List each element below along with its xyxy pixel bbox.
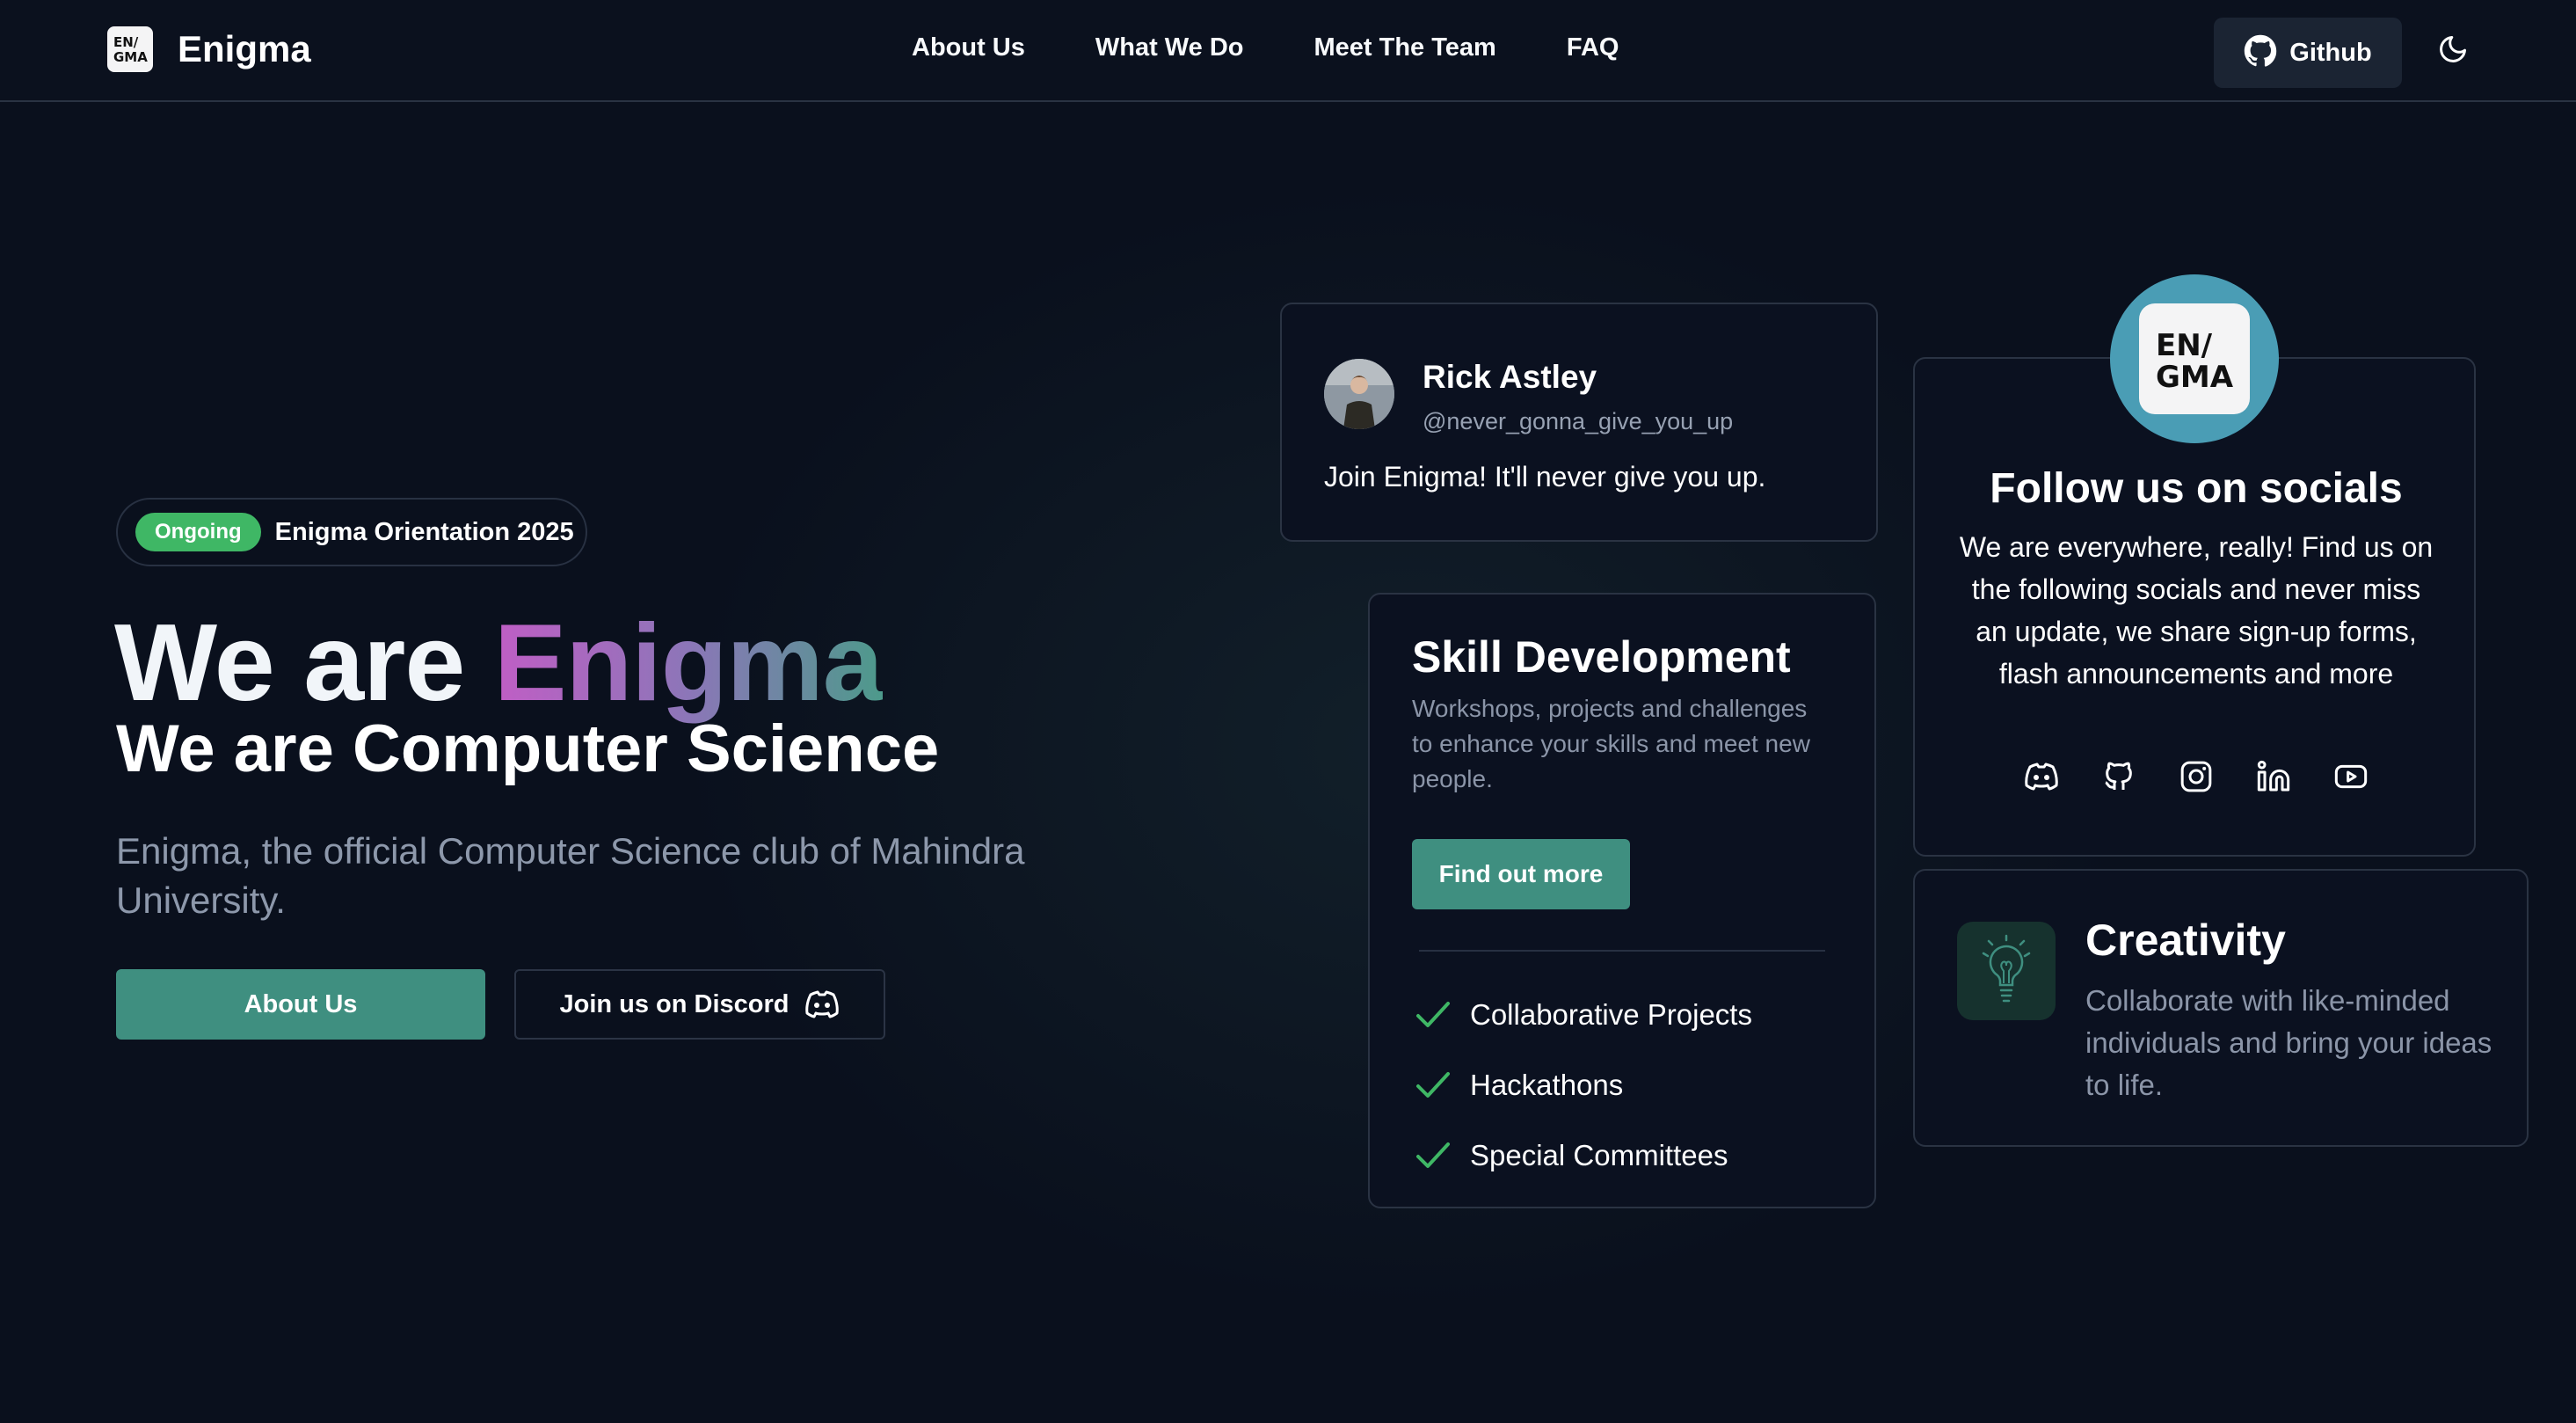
svg-text:GMA: GMA (2156, 360, 2234, 394)
theme-toggle-button[interactable] (2434, 32, 2472, 70)
list-item-label: Collaborative Projects (1470, 998, 1752, 1031)
svg-text:GMA: GMA (113, 49, 148, 65)
skill-list: Collaborative Projects Hackathons Specia… (1415, 980, 1752, 1191)
moon-icon (2437, 33, 2469, 69)
list-item-label: Hackathons (1470, 1069, 1624, 1101)
lightbulb-icon (1957, 922, 2056, 1020)
find-out-more-button[interactable]: Find out more (1412, 839, 1630, 909)
divider (1419, 950, 1825, 952)
github-icon[interactable] (2100, 758, 2137, 795)
instagram-icon[interactable] (2178, 758, 2215, 795)
socials-logo: EN/ GMA (2110, 274, 2279, 443)
list-item-label: Special Committees (1470, 1139, 1728, 1171)
headline-highlight: Enigma (493, 602, 884, 724)
tweet-message: Join Enigma! It'll never give you up. (1324, 461, 1766, 493)
top-navbar: EN/ GMA Enigma About Us What We Do Meet … (0, 0, 2576, 102)
nav-link-meet-the-team[interactable]: Meet The Team (1314, 33, 1496, 62)
check-icon (1416, 1002, 1450, 1027)
creativity-title: Creativity (2085, 916, 2286, 965)
svg-text:EN/: EN/ (113, 34, 139, 50)
hero-description: Enigma, the official Computer Science cl… (116, 830, 1025, 921)
about-us-button[interactable]: About Us (116, 969, 485, 1040)
nav-link-what-we-do[interactable]: What We Do (1095, 33, 1244, 62)
join-discord-label: Join us on Discord (559, 989, 790, 1018)
socials-description: We are everywhere, really! Find us on th… (1959, 531, 2434, 690)
tweet-author-handle: @never_gonna_give_you_up (1423, 408, 1734, 434)
creativity-card: Creativity Collaborate with like-minded … (1913, 869, 2529, 1147)
social-icons (1915, 758, 2478, 795)
discord-icon (804, 990, 839, 1018)
check-icon (1416, 1072, 1450, 1098)
check-icon (1416, 1142, 1450, 1168)
linkedin-icon[interactable] (2255, 758, 2292, 795)
creativity-description: Collaborate with like-minded individuals… (2085, 984, 2492, 1101)
hero-headline: We are Enigma (114, 602, 884, 725)
skill-card-description: Workshops, projects and challenges to en… (1412, 695, 1810, 792)
skill-development-card: Skill Development Workshops, projects an… (1368, 593, 1876, 1208)
github-icon (2244, 34, 2277, 72)
brand[interactable]: EN/ GMA Enigma (107, 26, 311, 72)
github-button[interactable]: Github (2214, 18, 2402, 88)
nav-link-faq[interactable]: FAQ (1567, 33, 1619, 62)
tweet-card: Rick Astley @never_gonna_give_you_up Joi… (1280, 303, 1878, 542)
list-item: Special Committees (1415, 1120, 1752, 1191)
socials-title: Follow us on socials (1990, 465, 2403, 512)
discord-icon[interactable] (2023, 758, 2060, 795)
join-discord-button[interactable]: Join us on Discord (514, 969, 885, 1040)
event-badge[interactable]: Ongoing Enigma Orientation 2025 (116, 498, 587, 566)
enigma-logo: EN/ GMA (2139, 303, 2250, 414)
youtube-icon[interactable] (2332, 758, 2369, 795)
nav-links: About Us What We Do Meet The Team FAQ (912, 33, 1689, 62)
hero-subheadline: We are Computer Science (116, 712, 940, 786)
list-item: Collaborative Projects (1415, 980, 1752, 1050)
enigma-logo: EN/ GMA (107, 26, 153, 72)
brand-name: Enigma (178, 28, 311, 69)
avatar (1324, 359, 1394, 429)
list-item: Hackathons (1415, 1050, 1752, 1120)
tweet-author-name: Rick Astley (1423, 359, 1597, 395)
github-label: Github (2289, 38, 2372, 67)
skill-card-title: Skill Development (1412, 632, 1791, 682)
svg-text:EN/: EN/ (2156, 328, 2213, 363)
headline-prefix: We are (114, 602, 494, 724)
nav-link-about-us[interactable]: About Us (912, 33, 1025, 62)
event-title: Enigma Orientation 2025 (274, 517, 574, 546)
status-badge: Ongoing (135, 513, 261, 551)
